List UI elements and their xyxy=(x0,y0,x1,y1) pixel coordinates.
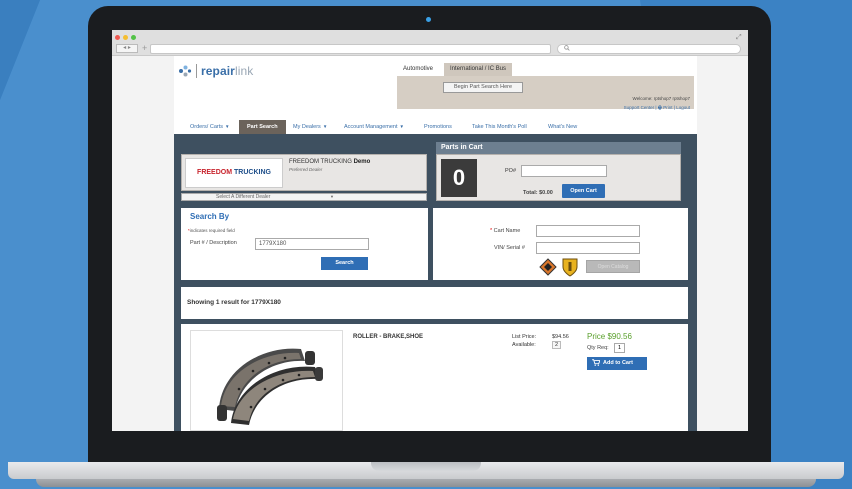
chevron-down-icon: ▼ xyxy=(225,124,230,129)
cart-title: Parts in Cart xyxy=(436,142,681,154)
repairlink-logo: repairlink xyxy=(178,64,253,78)
results-summary-bar: Showing 1 result for 1779X180 xyxy=(181,287,688,319)
results-summary: Showing 1 result for 1779X180 xyxy=(187,299,281,306)
po-input[interactable] xyxy=(521,165,607,177)
fullscreen-icon[interactable]: ⤢ xyxy=(736,34,742,42)
brand-name: repairlink xyxy=(201,64,254,78)
welcome-text: Welcome: rptshop7 rptshop7 xyxy=(632,96,690,101)
cart-count: 0 xyxy=(441,159,477,197)
cart-icon xyxy=(592,359,601,366)
dealer-panel: FREEDOM TRUCKING FREEDOM TRUCKING Demo P… xyxy=(181,154,427,191)
cart-total: Total: $0.00 xyxy=(523,190,553,196)
open-catalog-button[interactable]: Open Catalog xyxy=(586,260,640,273)
po-label: PO# xyxy=(505,168,517,174)
browser-search-field[interactable] xyxy=(557,44,741,54)
search-button[interactable]: Search xyxy=(321,257,368,270)
dealer-logo: FREEDOM TRUCKING xyxy=(185,158,283,188)
menu-whats-new[interactable]: What's New xyxy=(548,120,577,134)
address-bar[interactable] xyxy=(150,44,551,54)
menu-my-dealers[interactable]: My Dealers ▼ xyxy=(293,120,327,134)
available-value: 2 xyxy=(552,341,562,349)
available-label: Available: xyxy=(512,342,536,348)
cart-name-label: * Cart Name xyxy=(490,228,521,234)
tab-international[interactable]: International / IC Bus xyxy=(444,63,513,76)
menu-account-management[interactable]: Account Management ▼ xyxy=(344,120,404,134)
add-to-cart-button[interactable]: Add to Cart xyxy=(587,357,647,370)
back-forward-buttons[interactable]: ◂ ▸ xyxy=(116,44,138,53)
product-price: Price $90.56 xyxy=(587,332,632,341)
qty-label: Qty Req: xyxy=(587,345,609,351)
search-panel: Search By *indicates required field Part… xyxy=(181,208,428,280)
list-price-label: List Price: xyxy=(512,334,537,340)
tab-automotive[interactable]: Automotive xyxy=(397,63,439,76)
logo-divider xyxy=(196,64,197,78)
maximize-window-icon[interactable] xyxy=(131,35,136,40)
print-link[interactable]: Print xyxy=(663,105,672,110)
support-center-link[interactable]: Support Center xyxy=(624,105,655,110)
dealer-status: Preferred Dealer xyxy=(289,167,323,172)
menu-orders-carts[interactable]: Orders/ Carts ▼ xyxy=(190,120,229,134)
laptop-base-foot xyxy=(36,479,816,487)
brake-shoe-image xyxy=(217,348,323,425)
dealer-name: FREEDOM TRUCKING Demo xyxy=(289,159,371,165)
vin-label: VIN/ Serial # xyxy=(494,245,525,251)
product-row: ROLLER - BRAKE,SHOE List Price: $94.56 A… xyxy=(181,324,688,431)
cart-name-input[interactable] xyxy=(536,225,640,237)
vin-input[interactable] xyxy=(536,242,640,254)
menu-part-search[interactable]: Part Search xyxy=(239,120,286,134)
product-image[interactable] xyxy=(190,330,343,431)
laptop-notch xyxy=(371,462,481,471)
ic-bus-shield-icon[interactable] xyxy=(561,257,579,277)
header-banner: Begin Part Search Here Welcome: rptshop7… xyxy=(397,76,694,110)
print-icon: 🖶 xyxy=(657,105,663,110)
cart-panel: 0 PO# Total: $0.00 Open Cart xyxy=(436,154,681,201)
international-diamond-icon[interactable] xyxy=(539,258,557,276)
new-tab-button[interactable]: + xyxy=(142,43,147,53)
main-menu: Orders/ Carts ▼ Part Search My Dealers ▼ A… xyxy=(174,120,697,134)
part-input[interactable]: 1779X180 xyxy=(255,238,369,250)
product-name[interactable]: ROLLER - BRAKE,SHOE xyxy=(353,334,423,340)
part-label: Part # / Description xyxy=(190,240,237,246)
laptop-screen: ◂ ▸ + ⤢ repairlink Automotive Internatio… xyxy=(112,30,748,431)
menu-poll[interactable]: Take This Month's Poll xyxy=(472,120,527,134)
logout-link[interactable]: Logout xyxy=(676,105,690,110)
user-links: Support Center | 🖶 Print | Logout xyxy=(623,105,690,110)
chevron-down-icon: ▼ xyxy=(399,124,404,129)
repairlink-dots-icon xyxy=(179,65,192,77)
qty-input[interactable]: 1 xyxy=(614,343,625,353)
required-note: *indicates required field xyxy=(188,228,235,233)
content-area: FREEDOM TRUCKING FREEDOM TRUCKING Demo P… xyxy=(174,134,697,431)
vin-panel: * Cart Name VIN/ Serial # Open Catalog xyxy=(433,208,688,280)
menu-promotions[interactable]: Promotions xyxy=(424,120,452,134)
repairlink-page: repairlink Automotive International / IC… xyxy=(174,56,697,431)
begin-part-search-button[interactable]: Begin Part Search Here xyxy=(443,82,523,93)
minimize-window-icon[interactable] xyxy=(123,35,128,40)
search-icon xyxy=(564,45,570,51)
dealer-select[interactable]: Select A Different Dealer ▼ xyxy=(181,193,427,201)
open-cart-button[interactable]: Open Cart xyxy=(562,184,605,198)
chevron-down-icon: ▼ xyxy=(322,124,328,129)
list-price-value: $94.56 xyxy=(552,334,569,340)
chevron-down-icon: ▼ xyxy=(330,194,334,199)
browser-chrome: ◂ ▸ + ⤢ xyxy=(112,30,748,56)
search-title: Search By xyxy=(190,212,230,221)
webcam-icon xyxy=(426,17,431,22)
close-window-icon[interactable] xyxy=(115,35,120,40)
